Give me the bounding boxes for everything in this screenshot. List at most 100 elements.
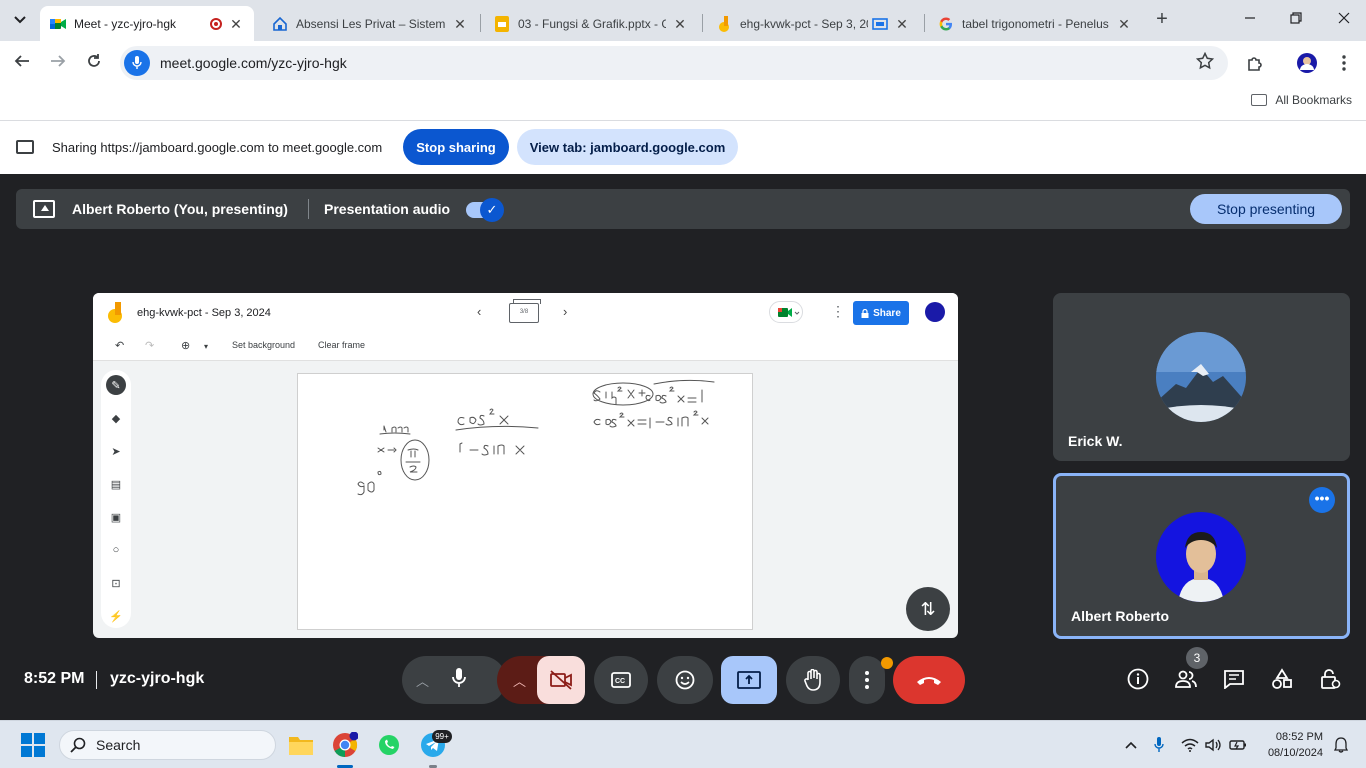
captions-button[interactable]: CC	[594, 656, 648, 704]
zoom-icon[interactable]: ⊕	[181, 339, 190, 352]
volume-icon[interactable]	[1203, 735, 1223, 755]
participant-tile[interactable]: Erick W.	[1053, 293, 1350, 461]
present-button[interactable]	[721, 656, 777, 704]
tab-close-icon[interactable]: ✕	[672, 16, 688, 32]
wifi-icon[interactable]	[1180, 735, 1200, 755]
tab-close-icon[interactable]: ✕	[894, 16, 910, 32]
forward-button[interactable]	[45, 50, 71, 76]
prev-frame-icon[interactable]: ‹	[477, 304, 481, 319]
tab-absensi[interactable]: Absensi Les Privat – Sistem P ✕	[262, 6, 478, 41]
bookmark-star-icon[interactable]	[1195, 51, 1215, 75]
jamboard-header: ehg-kvwk-pct - Sep 3, 2024 ‹ 3/8 › ⋮ Sha…	[93, 293, 958, 331]
image-icon[interactable]: ▣	[106, 507, 126, 527]
restore-button[interactable]	[1284, 8, 1308, 32]
lock-icon	[861, 308, 869, 318]
tab-search-chevron-icon[interactable]	[8, 8, 32, 32]
more-options-icon[interactable]: ⋮	[831, 303, 845, 320]
tab-divider	[924, 14, 925, 32]
clear-frame-button[interactable]: Clear frame	[318, 340, 365, 350]
next-frame-icon[interactable]: ›	[563, 304, 567, 319]
chrome-icon[interactable]	[330, 730, 360, 760]
tab-google-search[interactable]: tabel trigonometri - Penelus ✕	[928, 6, 1142, 41]
select-arrow-icon[interactable]: ➤	[106, 441, 126, 461]
more-options-button[interactable]	[849, 656, 885, 704]
sticky-note-icon[interactable]: ▤	[106, 474, 126, 494]
address-bar[interactable]: meet.google.com/yzc-yjro-hgk	[120, 46, 1228, 80]
zoom-dropdown-icon[interactable]: ▾	[204, 342, 208, 351]
swap-arrows-icon[interactable]: ⇅	[906, 587, 950, 631]
stop-presenting-button[interactable]: Stop presenting	[1190, 194, 1342, 224]
tab-close-icon[interactable]: ✕	[452, 16, 468, 32]
file-explorer-icon[interactable]	[286, 730, 316, 760]
more-options-icon[interactable]: •••	[1309, 487, 1335, 513]
host-controls-button[interactable]	[1317, 666, 1343, 692]
people-button[interactable]	[1173, 666, 1199, 692]
system-time: 08:52 PM	[1275, 731, 1323, 743]
all-bookmarks-button[interactable]: All Bookmarks	[1251, 93, 1352, 107]
meeting-details-button[interactable]	[1125, 666, 1151, 692]
extensions-puzzle-icon[interactable]	[1243, 51, 1267, 75]
tab-title: ehg-kvwk-pct - Sep 3, 20	[740, 16, 868, 31]
stop-sharing-button[interactable]: Stop sharing	[403, 129, 509, 165]
undo-icon[interactable]: ↶	[115, 339, 124, 352]
system-clock[interactable]: 08:52 PM 08/10/2024	[1268, 729, 1323, 761]
presentation-audio-toggle[interactable]: ✓	[466, 198, 504, 222]
meet-join-icon[interactable]	[769, 301, 803, 323]
frame-bar-button[interactable]: 3/8	[509, 299, 541, 323]
pen-icon[interactable]: ✎	[106, 375, 126, 395]
chat-button[interactable]	[1221, 666, 1247, 692]
all-bookmarks-label: All Bookmarks	[1275, 93, 1352, 107]
svg-text:CC: CC	[615, 678, 625, 685]
tab-meet[interactable]: Meet - yzc-yjro-hgk ✕	[40, 6, 254, 41]
eraser-icon[interactable]: ◆	[106, 408, 126, 428]
jamboard-avatar[interactable]	[925, 302, 945, 322]
leave-call-button[interactable]	[893, 656, 965, 704]
jamboard-canvas[interactable]	[297, 373, 753, 630]
video-options-chevron-icon[interactable]: ︿	[513, 671, 526, 690]
recording-indicator-icon	[210, 17, 222, 30]
circle-shape-icon[interactable]: ○	[106, 540, 126, 560]
tab-close-icon[interactable]: ✕	[1116, 16, 1132, 32]
set-background-button[interactable]: Set background	[232, 340, 295, 350]
house-icon	[272, 16, 288, 32]
view-tab-button[interactable]: View tab: jamboard.google.com	[517, 129, 738, 165]
reactions-button[interactable]	[657, 656, 713, 704]
microphone-icon[interactable]	[124, 50, 150, 76]
chrome-menu-icon[interactable]	[1332, 51, 1356, 75]
laser-icon[interactable]: ⚡	[106, 606, 126, 626]
back-button[interactable]	[9, 50, 35, 76]
tab-jamboard[interactable]: ehg-kvwk-pct - Sep 3, 20 ✕	[706, 6, 920, 41]
jamboard-icon	[716, 15, 732, 32]
microphone-button[interactable]	[452, 667, 478, 693]
battery-icon[interactable]	[1228, 735, 1248, 755]
windows-start-icon[interactable]	[21, 733, 45, 757]
camera-off-button[interactable]	[537, 656, 585, 704]
taskbar-search[interactable]: Search	[59, 730, 276, 760]
participant-tile-self[interactable]: ••• Albert Roberto	[1053, 473, 1350, 639]
text-box-icon[interactable]: ⊡	[106, 573, 126, 593]
close-window-button[interactable]	[1332, 8, 1356, 32]
show-hidden-icons-chevron-icon[interactable]	[1121, 735, 1141, 755]
raise-hand-button[interactable]	[786, 656, 840, 704]
tab-close-icon[interactable]: ✕	[228, 16, 244, 32]
new-tab-button[interactable]: +	[1150, 8, 1174, 32]
audio-options-chevron-icon[interactable]: ︿	[416, 671, 429, 690]
tab-slides[interactable]: 03 - Fungsi & Grafik.pptx - G ✕	[484, 6, 698, 41]
divider	[96, 671, 97, 689]
google-icon	[938, 16, 954, 32]
profile-avatar[interactable]	[1295, 51, 1319, 75]
reload-button[interactable]	[81, 50, 107, 76]
people-icon	[1175, 670, 1197, 688]
minimize-button[interactable]	[1238, 8, 1262, 32]
activities-button[interactable]	[1269, 666, 1295, 692]
notifications-bell-icon[interactable]	[1331, 735, 1351, 755]
presenter-label: Albert Roberto (You, presenting)	[72, 201, 288, 217]
jamboard-share-button[interactable]: Share	[853, 301, 909, 325]
sharing-status-text: Sharing https://jamboard.google.com to m…	[52, 140, 383, 155]
whatsapp-icon[interactable]	[374, 730, 404, 760]
jamboard-title: ehg-kvwk-pct - Sep 3, 2024	[137, 307, 271, 319]
info-icon	[1127, 668, 1149, 690]
redo-icon[interactable]: ↷	[145, 339, 154, 352]
jamboard-tool-sidebar: ✎ ◆ ➤ ▤ ▣ ○ ⊡ ⚡	[101, 370, 131, 628]
microphone-in-use-icon[interactable]	[1149, 735, 1169, 755]
